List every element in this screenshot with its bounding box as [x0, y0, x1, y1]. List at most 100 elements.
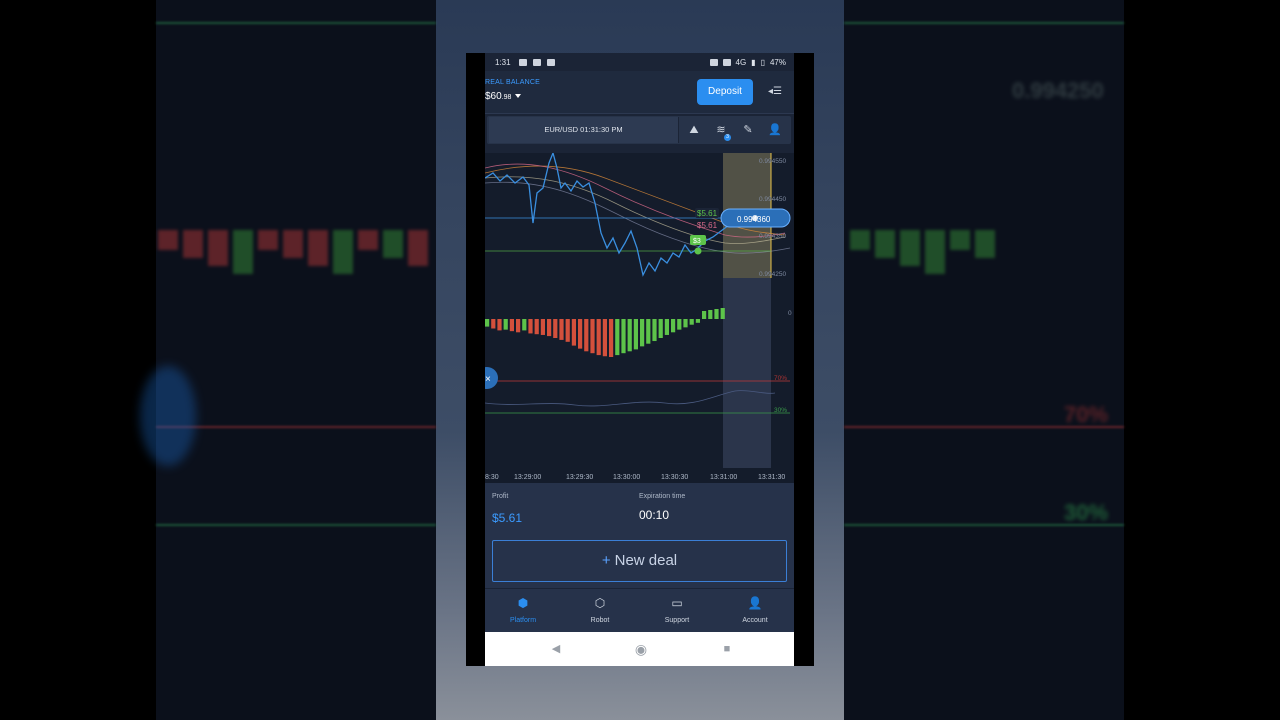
backdrop-bar [900, 230, 920, 266]
histogram-bar [516, 319, 521, 333]
header-divider [485, 113, 794, 114]
indicators-icon[interactable]: ≋ 3 [708, 117, 734, 143]
bottom-navigation: ⬢ Platform ⬡ Robot ▭ Support 👤 Account [485, 588, 794, 632]
add-user-icon[interactable]: 👤 [762, 117, 788, 143]
histogram-bar [621, 319, 626, 354]
menu-icon[interactable]: ◂☰ [767, 84, 783, 100]
histogram-bar [714, 309, 719, 319]
oscillator-histogram [485, 308, 725, 357]
nav-label: Robot [590, 617, 610, 624]
backdrop-bar [183, 230, 203, 258]
backdrop-left [156, 0, 436, 720]
backdrop-bar [333, 230, 353, 274]
trade-entry-point[interactable] [694, 247, 702, 255]
asset-selector[interactable]: EUR/USD 01:31:30 PM [489, 117, 679, 143]
close-icon: × [485, 374, 491, 385]
backdrop-line [156, 22, 436, 24]
price-line [485, 150, 762, 277]
price-label: 0.994450 [759, 196, 786, 203]
histogram-bar [485, 319, 490, 327]
chevron-down-icon [515, 94, 522, 99]
backdrop-line [156, 426, 436, 428]
chat-icon: ▭ [671, 596, 683, 610]
chart-toolbar: EUR/USD 01:31:30 PM ⛰ ≋ 3 ✎ 👤 [487, 116, 791, 144]
histogram-bar [658, 319, 663, 338]
histogram-bar [522, 319, 527, 331]
status-bar: 1:31 4G ▮ ▯ 47% [485, 53, 794, 71]
chart-type-icon[interactable]: ⛰ [681, 117, 707, 143]
histogram-bar [596, 319, 601, 356]
price-label: 0.994250 [759, 271, 786, 278]
signal-icon: ▮ [751, 57, 756, 67]
backdrop-bar [950, 230, 970, 250]
backdrop-line [156, 524, 436, 526]
profit-label: Profit [492, 493, 509, 500]
histogram-bar [664, 319, 669, 335]
price-chart[interactable]: $5.61 $5.61 $3 0.994360 0.994550 0.99445… [485, 150, 794, 483]
time-tick: 13:29:00 [514, 474, 541, 481]
trade-tag: $3 [693, 238, 701, 245]
histogram-bar [571, 319, 576, 346]
backdrop-bar [875, 230, 895, 258]
backdrop-bar [233, 230, 253, 274]
histogram-bar [590, 319, 595, 354]
deal-panel: Profit $5.61 Expiration time 00:10 + New … [485, 483, 794, 588]
backdrop-bar [158, 230, 178, 250]
histogram-bar [652, 319, 657, 342]
histogram-bar [689, 319, 694, 325]
pencil-icon[interactable]: ✎ [735, 117, 761, 143]
backdrop-bar [358, 230, 378, 250]
time-tick: 13:31:00 [710, 474, 737, 481]
balance-selector[interactable]: $60.98 [485, 91, 522, 102]
histogram-bar [683, 319, 688, 328]
histogram-bar [534, 319, 539, 335]
nav-label: Support [664, 617, 690, 624]
histogram-bar [497, 319, 502, 331]
system-navigation-bar: ◀ ◉ ■ [485, 632, 794, 666]
nav-item-platform[interactable]: ⬢ Platform [493, 593, 553, 631]
video-icon [518, 58, 527, 66]
nav-item-robot[interactable]: ⬡ Robot [570, 593, 630, 631]
backdrop-rsi-70: 70% [1064, 402, 1109, 427]
histogram-bar [627, 319, 632, 352]
deposit-button[interactable]: Deposit [697, 79, 753, 105]
time-tick: 13:29:30 [566, 474, 593, 481]
home-icon[interactable]: ◉ [633, 641, 649, 657]
price-label: 0.994350 [759, 233, 786, 240]
status-time: 1:31 [495, 57, 511, 67]
back-icon[interactable]: ◀ [548, 641, 564, 657]
profit-value: $5.61 [492, 511, 523, 525]
account-header: REAL BALANCE $60.98 Deposit ◂☰ [485, 71, 794, 113]
backdrop-bar [975, 230, 995, 258]
backdrop-bar [258, 230, 278, 250]
backdrop-bar [383, 230, 403, 258]
backdrop-bar [308, 230, 328, 266]
expiration-value[interactable]: 00:10 [639, 508, 669, 522]
recents-icon[interactable]: ■ [719, 641, 735, 657]
histogram-bar [646, 319, 651, 344]
backdrop-bar [283, 230, 303, 258]
backdrop-bar [208, 230, 228, 266]
new-deal-button[interactable]: + New deal [492, 540, 787, 582]
backdrop-price: 0.994250 [1012, 78, 1104, 103]
time-tick: 13:30:00 [613, 474, 640, 481]
histogram-bar [671, 319, 676, 333]
backdrop-bar [925, 230, 945, 274]
histogram-bar [609, 319, 614, 357]
oscillator-zero-label: 0 [788, 310, 792, 317]
time-tick: 8:30 [485, 474, 499, 481]
backdrop-bar [850, 230, 870, 250]
chart-canvas[interactable]: $5.61 $5.61 $3 0.994360 0.994550 0.99445… [485, 150, 794, 483]
backdrop-line [844, 22, 1124, 24]
histogram-bar [528, 319, 533, 334]
nav-item-support[interactable]: ▭ Support [647, 593, 707, 631]
histogram-bar [509, 319, 514, 332]
network-label: 4G [735, 57, 747, 67]
balance-label: REAL BALANCE [485, 79, 541, 86]
histogram-bar [553, 319, 558, 338]
histogram-bar [640, 319, 645, 347]
nav-item-account[interactable]: 👤 Account [725, 593, 785, 631]
platform-icon: ⬢ [517, 596, 529, 610]
phone-frame: 1:31 4G ▮ ▯ 47% REAL BALANCE $60.98 Depo… [466, 53, 814, 666]
nav-label: Account [742, 617, 768, 624]
